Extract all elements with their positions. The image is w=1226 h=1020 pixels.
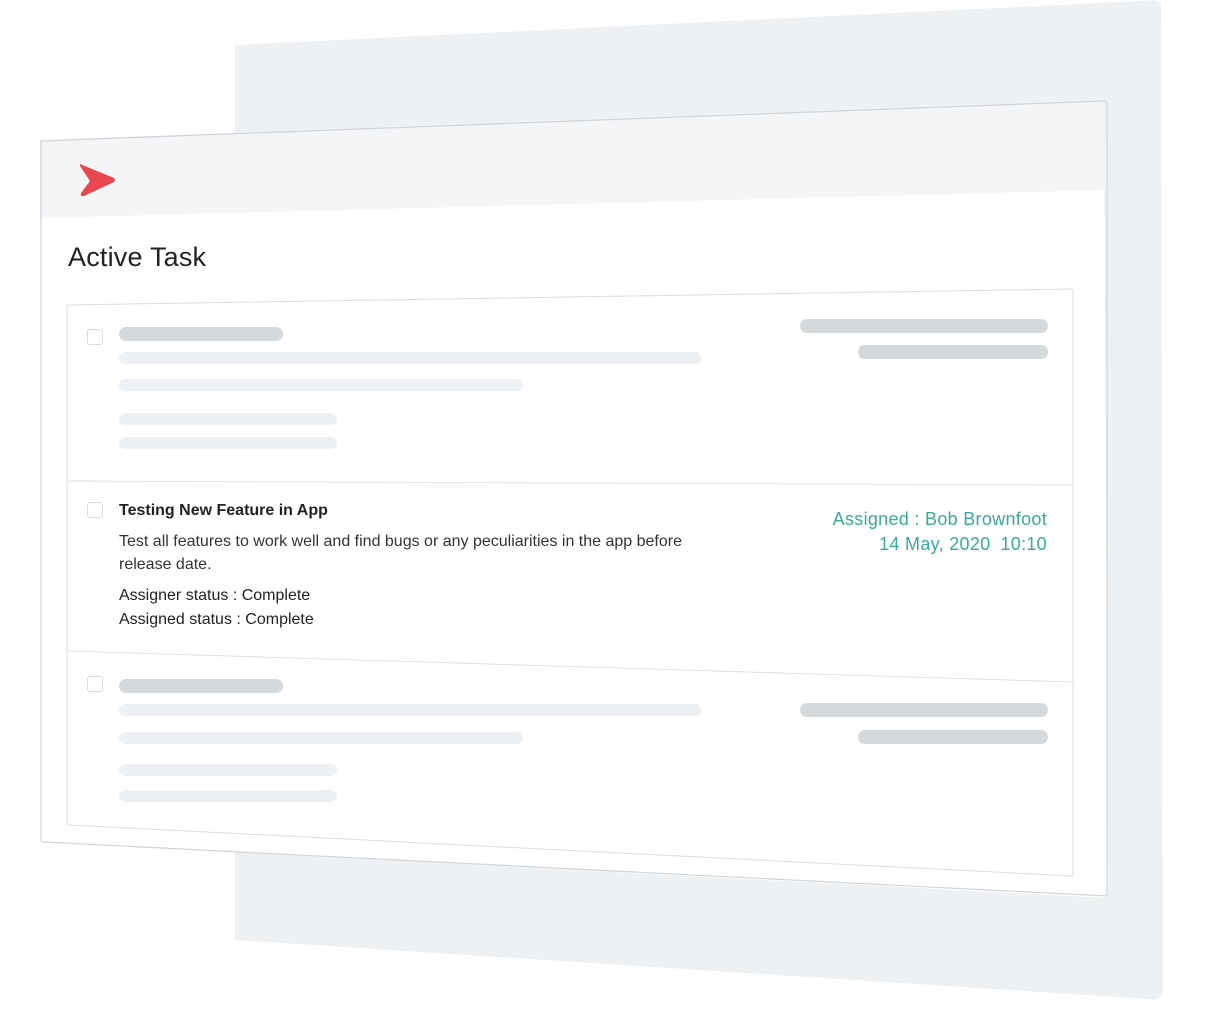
skeleton-line — [119, 352, 701, 364]
skeleton-line — [119, 704, 701, 716]
task-description: Test all features to work well and find … — [119, 533, 682, 573]
task-datetime: 14 May, 2020 10:10 — [879, 534, 1047, 555]
skeleton-title — [119, 679, 283, 693]
play-chevron-logo-icon[interactable] — [78, 162, 116, 198]
skeleton-meta — [858, 730, 1048, 744]
skeleton-line — [119, 764, 337, 776]
task-time: 10:10 — [1000, 534, 1047, 554]
assigner-status: Assigner status : Complete — [119, 587, 311, 604]
skeleton-line — [119, 437, 337, 449]
skeleton-line — [119, 379, 523, 391]
scene: Active Task Testing New Feature in App T… — [0, 0, 1226, 1020]
task-title: Testing New Feature in App — [119, 502, 328, 519]
page-title: Active Task — [68, 242, 207, 272]
skeleton-line — [119, 790, 337, 802]
skeleton-meta — [858, 345, 1048, 359]
skeleton-line — [119, 413, 337, 425]
task-date: 14 May, 2020 — [879, 534, 991, 554]
task-checkbox[interactable] — [87, 329, 103, 345]
skeleton-meta — [800, 703, 1048, 717]
skeleton-line — [119, 732, 523, 744]
assignee-label: Assigned : Bob Brownfoot — [832, 509, 1047, 529]
assigned-status: Assigned status : Complete — [119, 611, 314, 628]
task-checkbox[interactable] — [87, 676, 103, 692]
skeleton-meta — [800, 319, 1048, 333]
task-checkbox[interactable] — [87, 502, 103, 518]
skeleton-title — [119, 327, 283, 341]
